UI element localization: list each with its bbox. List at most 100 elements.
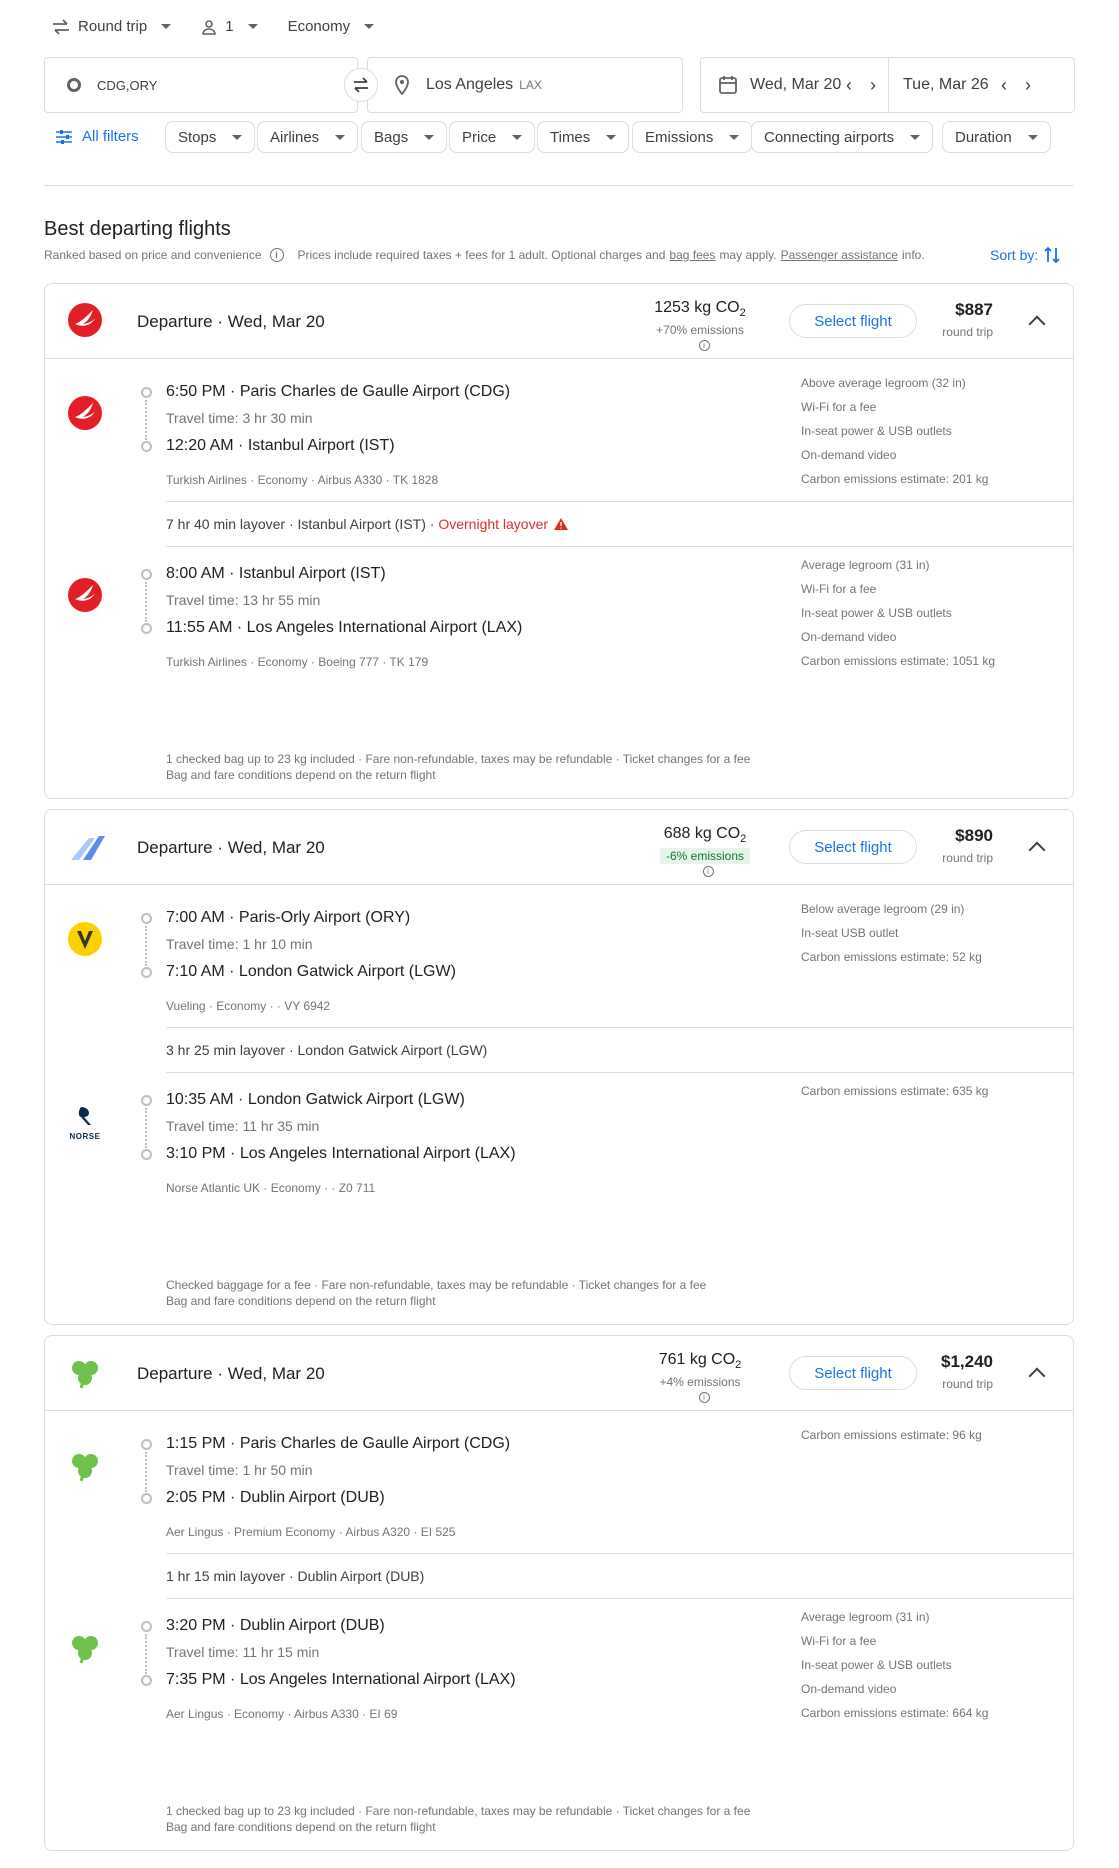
amenity: Carbon emissions estimate: 201 kg — [801, 472, 989, 486]
select-flight-button[interactable]: Select flight — [789, 1356, 917, 1390]
amenities-list: Below average legroom (29 in) In-seat US… — [801, 897, 982, 969]
arrival-time-row: 3:10 PM · Los Angeles International Airp… — [166, 1145, 516, 1162]
destination-value: Los Angeles — [426, 76, 514, 93]
chip-label: Emissions — [645, 128, 714, 146]
norse-emblem-icon — [78, 1107, 91, 1125]
chevron-up-icon[interactable] — [1028, 1367, 1046, 1385]
arr-time: 7:35 PM — [166, 1671, 226, 1688]
chevron-down-icon — [161, 24, 172, 29]
swap-icon — [354, 77, 368, 93]
prices-note: Prices include required taxes + fees for… — [297, 248, 666, 262]
filter-chip-airlines[interactable]: Airlines — [257, 121, 359, 153]
filter-chip-stops[interactable]: Stops — [165, 121, 256, 153]
return-next-icon[interactable]: › — [1025, 75, 1031, 96]
bag-fees-link[interactable]: bag fees — [669, 248, 715, 262]
ranking-note: Ranked based on price and convenience — [44, 248, 262, 262]
return-date[interactable]: Tue, Mar 26 — [903, 76, 997, 94]
arr-time: 7:10 AM — [166, 963, 225, 980]
arr-time: 3:10 PM — [166, 1145, 226, 1162]
flight-segment: NORSE 10:35 AM · London Gatwick Airport … — [45, 1073, 1073, 1233]
depart-prev-icon[interactable]: ‹ — [846, 75, 852, 96]
amenity: Average legroom (31 in) — [801, 1610, 930, 1624]
cabin-label: Economy — [287, 18, 351, 35]
fare-conditions: 1 checked bag up to 23 kg included · Far… — [166, 1803, 750, 1835]
arr-airport: London Gatwick Airport (LGW) — [238, 963, 456, 980]
chevron-up-icon[interactable] — [1028, 841, 1046, 859]
dep-airport: Istanbul Airport (IST) — [238, 565, 386, 582]
divider — [44, 185, 1074, 186]
swap-button[interactable] — [344, 68, 378, 102]
departure-date: Wed, Mar 20 — [227, 838, 325, 857]
chip-label: Bags — [374, 128, 409, 146]
chevron-down-icon — [910, 134, 921, 140]
passengers-select[interactable]: 1 — [201, 18, 258, 35]
info-icon[interactable]: i — [698, 1392, 710, 1404]
destination-field[interactable]: Los Angeles LAX — [367, 57, 683, 113]
all-filters-button[interactable]: All filters — [56, 128, 139, 145]
sort-by-label: Sort by: — [990, 247, 1039, 263]
filter-chip-duration[interactable]: Duration — [942, 121, 1051, 153]
info-icon[interactable]: i — [698, 340, 710, 352]
turkish-airlines-logo — [68, 396, 102, 430]
chevron-up-icon[interactable] — [1028, 315, 1046, 333]
filter-chip-price[interactable]: Price — [449, 121, 536, 153]
departure-date: Wed, Mar 20 — [227, 1364, 325, 1383]
filter-chip-emissions[interactable]: Emissions — [632, 121, 753, 153]
price-subtext: round trip — [942, 851, 993, 865]
select-flight-button[interactable]: Select flight — [789, 304, 917, 338]
travel-time: Travel time: 1 hr 10 min — [166, 936, 313, 952]
chevron-down-icon — [247, 24, 258, 29]
fare-line: 1 checked bag up to 23 kg included · Far… — [166, 1804, 751, 1818]
departure-title: Departure · Wed, Mar 20 — [137, 1364, 325, 1383]
chevron-down-icon — [606, 134, 617, 140]
amenity: Carbon emissions estimate: 52 kg — [801, 950, 982, 964]
destination-code: LAX — [519, 78, 542, 92]
filter-chip-bags[interactable]: Bags — [361, 121, 448, 153]
return-prev-icon[interactable]: ‹ — [1001, 75, 1007, 96]
search-options-bar: Round trip 1 Economy — [52, 18, 375, 35]
swap-arrows-icon — [53, 18, 69, 35]
aer-lingus-logo — [72, 1454, 98, 1482]
chip-label: Stops — [178, 128, 217, 146]
co2-value: 1253 kg CO — [654, 299, 740, 316]
cabin-class-select[interactable]: Economy — [288, 18, 375, 35]
select-flight-button[interactable]: Select flight — [789, 830, 917, 864]
flight-card: Departure · Wed, Mar 20 1253 kg CO2 +70%… — [44, 283, 1074, 799]
sort-by-button[interactable]: Sort by: — [990, 246, 1060, 264]
amenity: Above average legroom (32 in) — [801, 376, 966, 390]
dep-airport: Paris Charles de Gaulle Airport (CDG) — [239, 383, 511, 400]
warning-icon — [554, 518, 569, 530]
price-block: $890 round trip — [942, 826, 993, 865]
passenger-assistance-link[interactable]: Passenger assistance — [781, 248, 898, 262]
trip-type-label: Round trip — [78, 18, 148, 35]
depart-next-icon[interactable]: › — [870, 75, 876, 96]
amenity: Carbon emissions estimate: 96 kg — [801, 1428, 982, 1442]
flight-card-header[interactable]: Departure · Wed, Mar 20 761 kg CO2 +4% e… — [45, 1336, 1073, 1411]
departure-time-row: 7:00 AM · Paris-Orly Airport (ORY) — [166, 909, 411, 926]
info-icon[interactable]: i — [702, 866, 714, 878]
amenity: Below average legroom (29 in) — [801, 902, 965, 916]
amenities-list: Average legroom (31 in) Wi-Fi for a fee … — [801, 1605, 988, 1725]
co2-value: 761 kg CO — [658, 1351, 736, 1368]
dep-time: 3:20 PM — [166, 1617, 226, 1634]
results-heading: Best departing flights — [44, 218, 231, 240]
arrival-time-row: 12:20 AM · Istanbul Airport (IST) — [166, 437, 395, 454]
trip-type-select[interactable]: Round trip — [52, 18, 172, 35]
filter-chip-times[interactable]: Times — [537, 121, 630, 153]
arr-airport: Los Angeles International Airport (LAX) — [239, 1145, 516, 1162]
overnight-warning: Overnight layover — [438, 516, 549, 532]
flight-card-header[interactable]: Departure · Wed, Mar 20 688 kg CO2 -6% e… — [45, 810, 1073, 885]
filter-chip-connecting-airports[interactable]: Connecting airports — [751, 121, 934, 153]
chip-label: Times — [550, 128, 591, 146]
flight-card-header[interactable]: Departure · Wed, Mar 20 1253 kg CO2 +70%… — [45, 284, 1073, 359]
info-icon[interactable]: i — [269, 248, 284, 262]
departure-title: Departure · Wed, Mar 20 — [137, 838, 325, 857]
amenity: Average legroom (31 in) — [801, 558, 930, 572]
departure-time-row: 8:00 AM · Istanbul Airport (IST) — [166, 565, 386, 582]
price-value: $1,240 — [941, 1352, 993, 1371]
flight-segment: 8:00 AM · Istanbul Airport (IST) Travel … — [45, 547, 1073, 707]
arrival-time-row: 7:10 AM · London Gatwick Airport (LGW) — [166, 963, 456, 980]
origin-field[interactable]: CDG,ORY — [44, 57, 358, 113]
depart-date[interactable]: Wed, Mar 20 — [750, 76, 842, 94]
departure-time-row: 1:15 PM · Paris Charles de Gaulle Airpor… — [166, 1435, 511, 1452]
